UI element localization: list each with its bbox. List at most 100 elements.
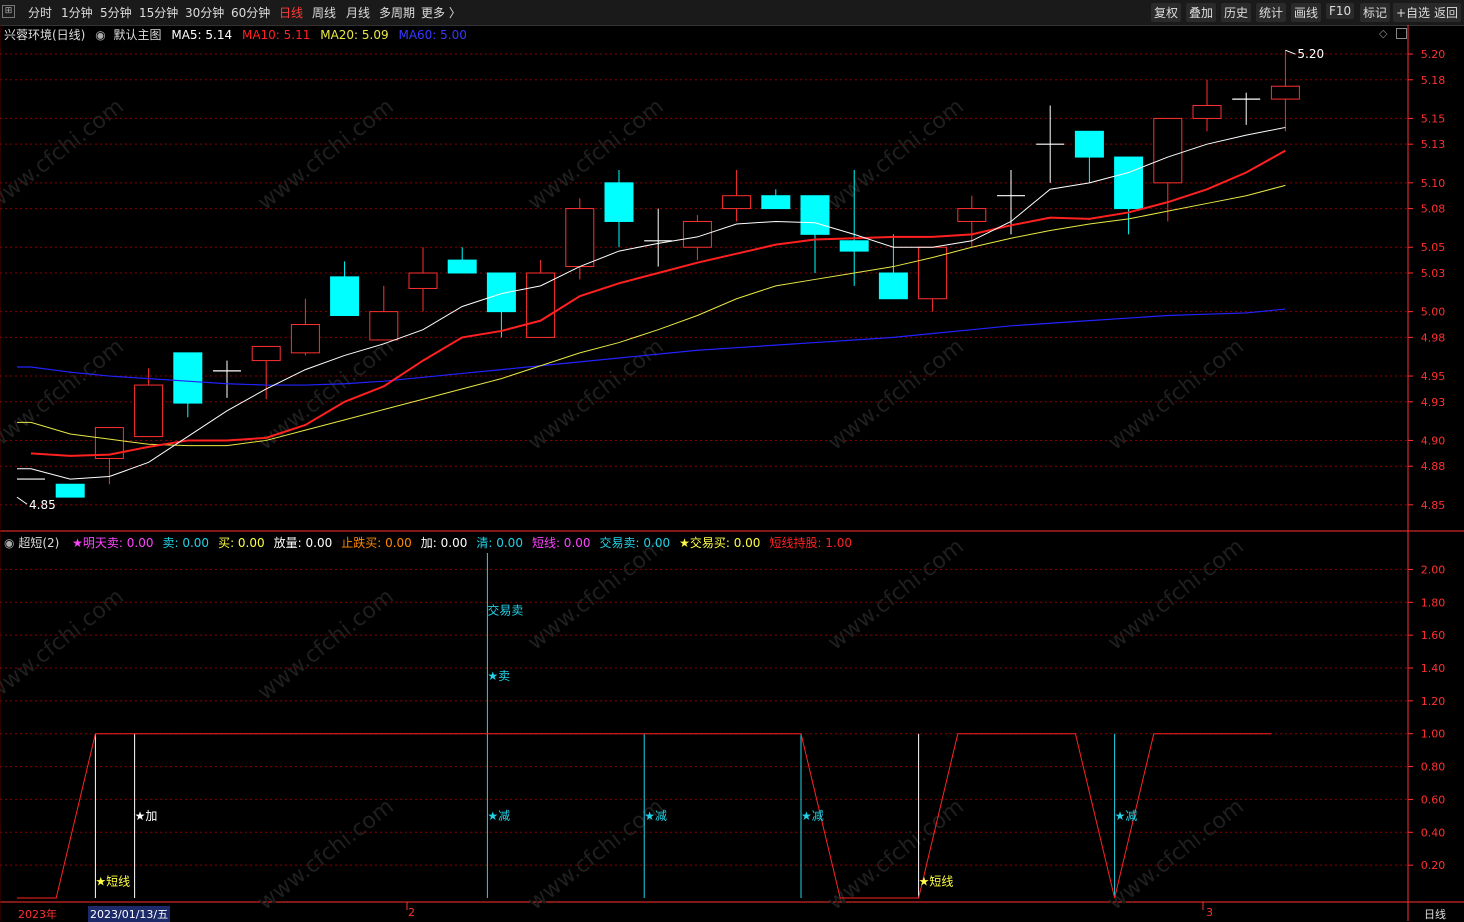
candle-up <box>408 272 438 289</box>
high-marker-label: 5.20 <box>1297 47 1324 61</box>
month-2-label: 2 <box>408 906 415 919</box>
indicator-tick-label: 1.00 <box>1421 728 1446 741</box>
candle-up <box>526 272 556 338</box>
indicator-tick-label: 2.00 <box>1421 563 1446 576</box>
signal-label: ★卖 <box>487 669 510 683</box>
candle-up <box>134 384 164 438</box>
candle-up <box>565 208 595 268</box>
indicator-tick-label: 1.40 <box>1421 662 1446 675</box>
indicator-value-6: 清: 0.00 <box>476 536 523 550</box>
price-tick-label: 4.90 <box>1421 434 1446 447</box>
ma10-line <box>30 149 1286 457</box>
candle-down <box>878 272 908 300</box>
signal-label: 交易卖 <box>487 603 523 618</box>
main-chart-legend: 兴蓉环境(日线) ◉ 默认主图 MA5: 5.14 MA10: 5.11 MA2… <box>4 26 467 43</box>
candle-up <box>369 311 399 341</box>
watermark-text: www.cfchi.com <box>523 334 668 455</box>
signal-label: ★减 <box>801 809 824 823</box>
indicator-value-8: 交易卖: 0.00 <box>599 536 671 550</box>
year-label: 2023年 <box>18 908 57 921</box>
collapse-icon[interactable]: ◉ <box>95 28 105 42</box>
watermark-text: www.cfchi.com <box>523 534 668 655</box>
price-tick-label: 4.95 <box>1421 370 1446 383</box>
candle-up <box>1192 105 1222 119</box>
indicator-tick-label: 1.20 <box>1421 695 1446 708</box>
watermark-text: www.cfchi.com <box>253 794 398 915</box>
indicator-value-1: 卖: 0.00 <box>162 536 210 550</box>
price-tick-label: 5.20 <box>1421 48 1446 61</box>
ma5-value: MA5: 5.14 <box>171 28 233 42</box>
diamond-icon[interactable]: ◇ <box>1379 27 1387 40</box>
indicator-tick-label: 0.20 <box>1421 859 1446 872</box>
watermark-text: www.cfchi.com <box>823 334 968 455</box>
chart-area: 5.20 5.18 5.15 5.13 5.10 5.08 5.05 5.03 5.00 4.98… <box>0 25 1464 921</box>
indicator-name[interactable]: 超短(2) <box>18 536 59 550</box>
indicator-tick-label: 0.80 <box>1421 761 1446 774</box>
low-marker-label: 4.85 <box>29 498 56 512</box>
candle-down <box>447 259 477 274</box>
ma10-value: MA10: 5.11 <box>241 28 311 42</box>
indicator-tick-label: 1.80 <box>1421 596 1446 609</box>
indicator-value-9: ★交易买: 0.00 <box>679 536 761 550</box>
ma5-line <box>17 126 1286 480</box>
signal-label: ★减 <box>1115 809 1138 823</box>
watermark-text: www.cfchi.com <box>253 94 398 215</box>
price-tick-label: 4.88 <box>1421 460 1446 473</box>
candle-down <box>486 272 516 313</box>
indicator-collapse-icon[interactable]: ◉ <box>4 536 14 550</box>
watermark-text: www.cfchi.com <box>0 584 129 705</box>
candle-down <box>55 483 85 498</box>
price-tick-label: 5.10 <box>1421 177 1446 190</box>
indicator-tick-label: 0.60 <box>1421 793 1446 806</box>
watermark-text: www.cfchi.com <box>0 94 129 215</box>
watermark-text: www.cfchi.com <box>823 94 968 215</box>
signal-label: ★减 <box>644 809 667 823</box>
candle-up <box>251 345 281 362</box>
watermark-text: www.cfchi.com <box>823 534 968 655</box>
indicator-value-5: 加: 0.00 <box>420 536 468 550</box>
ma20-value: MA20: 5.09 <box>320 28 389 42</box>
price-tick-label: 5.00 <box>1421 306 1446 319</box>
candle-down <box>173 352 203 404</box>
candle-up <box>682 220 712 248</box>
price-tick-label: 4.98 <box>1421 331 1446 344</box>
period-label: 日线 <box>1424 908 1446 921</box>
indicator-value-4: 止跌买: 0.00 <box>341 536 412 550</box>
indicator-value-7: 短线: 0.00 <box>531 536 591 550</box>
price-tick-label: 5.03 <box>1421 267 1446 280</box>
signal-label: ★加 <box>135 809 158 823</box>
candle-up <box>1153 117 1183 184</box>
candle-down <box>330 276 360 316</box>
candle-down <box>1114 156 1144 210</box>
close-panel-icon[interactable] <box>1396 28 1407 39</box>
indicator-value-0: ★明天卖: 0.00 <box>72 536 154 550</box>
candle-down <box>1074 130 1104 158</box>
watermark-text: www.cfchi.com <box>1103 334 1248 455</box>
price-tick-label: 4.85 <box>1421 499 1446 512</box>
indicator-value-3: 放量: 0.00 <box>273 536 333 550</box>
indicator-tick-label: 1.60 <box>1421 629 1446 642</box>
price-tick-label: 5.18 <box>1421 74 1446 87</box>
price-tick-label: 5.15 <box>1421 112 1446 125</box>
watermark-text: www.cfchi.com <box>1103 534 1248 655</box>
cursor-date: 2023/01/13/五 <box>88 906 171 922</box>
signal-label: ★短线 <box>95 875 130 889</box>
indicator-legend: ◉ 超短(2) ★明天卖: 0.00 卖: 0.00 买: 0.00 放量: 0.00… <box>4 534 852 551</box>
price-tick-label: 5.08 <box>1421 203 1446 216</box>
ma60-value: MA60: 5.00 <box>398 28 467 42</box>
signal-label: ★减 <box>487 809 510 823</box>
indicator-tick-label: 0.40 <box>1421 826 1446 839</box>
candle-down <box>800 195 830 235</box>
candle-down <box>604 182 634 222</box>
candle-up <box>957 208 987 222</box>
main-chart-name[interactable]: 默认主图 <box>114 28 162 42</box>
candle-up <box>722 195 752 210</box>
candle-up <box>1270 85 1300 100</box>
price-tick-label: 5.13 <box>1421 138 1446 151</box>
ma20-line <box>17 184 1286 447</box>
candle-down <box>839 240 869 252</box>
watermark-text: www.cfchi.com <box>823 794 968 915</box>
candle-up <box>290 324 320 354</box>
stock-title: 兴蓉环境(日线) <box>4 28 86 42</box>
signal-label: ★短线 <box>919 875 954 889</box>
